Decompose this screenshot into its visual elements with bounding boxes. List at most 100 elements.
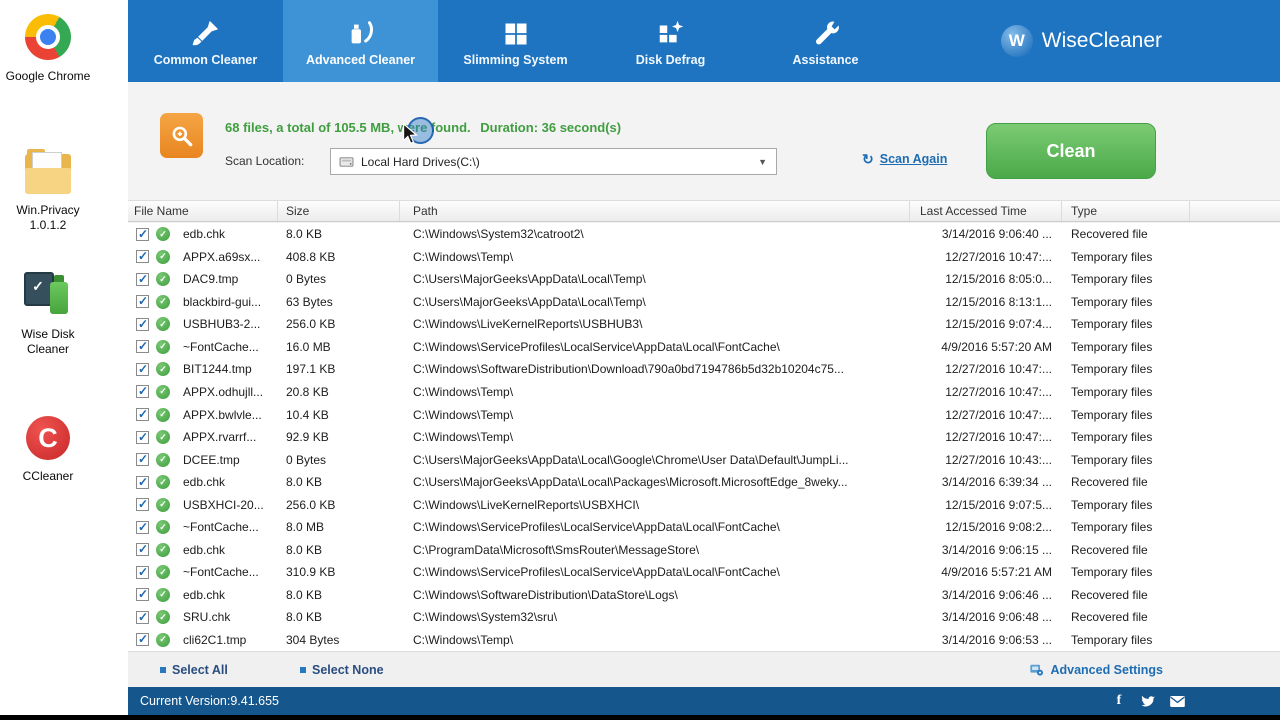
status-ok-icon — [156, 339, 170, 354]
table-row[interactable]: blackbird-gui... 63 Bytes C:\Users\Major… — [128, 290, 1280, 314]
row-checkbox[interactable] — [136, 430, 149, 444]
desktop-icon-ccleaner[interactable]: C CCleaner — [0, 416, 96, 484]
size-cell: 256.0 KB — [286, 317, 336, 332]
table-row[interactable]: BIT1244.tmp 197.1 KB C:\Windows\Software… — [128, 358, 1280, 381]
row-checkbox[interactable] — [136, 339, 149, 354]
time-cell: 12/27/2016 10:43:... — [945, 452, 1052, 467]
row-checkbox[interactable] — [136, 407, 149, 422]
table-row[interactable]: edb.chk 8.0 KB C:\Users\MajorGeeks\AppDa… — [128, 470, 1280, 494]
size-cell: 63 Bytes — [286, 294, 333, 309]
table-row[interactable]: ~FontCache... 310.9 KB C:\Windows\Servic… — [128, 560, 1280, 584]
column-header-last-accessed[interactable]: Last Accessed Time — [910, 201, 1062, 221]
row-checkbox[interactable] — [136, 520, 149, 534]
tab-common-cleaner[interactable]: Common Cleaner — [128, 0, 283, 82]
desktop-icon-win-privacy[interactable]: Win.Privacy 1.0.1.2 — [0, 149, 96, 233]
row-checkbox[interactable] — [136, 632, 149, 647]
path-cell: C:\Windows\Temp\ — [413, 249, 514, 264]
type-cell: Recovered file — [1071, 227, 1148, 242]
row-checkbox[interactable] — [136, 249, 149, 264]
table-row[interactable]: APPX.a69sx... 408.8 KB C:\Windows\Temp\ … — [128, 245, 1280, 269]
scan-result-icon — [160, 113, 203, 158]
size-cell: 408.8 KB — [286, 249, 336, 264]
type-cell: Temporary files — [1071, 565, 1153, 580]
refresh-icon — [862, 153, 874, 165]
table-row[interactable]: DCEE.tmp 0 Bytes C:\Users\MajorGeeks\App… — [128, 448, 1280, 471]
time-cell: 4/9/2016 5:57:20 AM — [941, 339, 1052, 354]
size-cell: 92.9 KB — [286, 430, 329, 445]
tab-assistance[interactable]: Assistance — [748, 0, 903, 82]
table-row[interactable]: USBHUB3-2... 256.0 KB C:\Windows\LiveKer… — [128, 313, 1280, 336]
column-header-type[interactable]: Type — [1062, 201, 1190, 221]
table-row[interactable]: APPX.odhujll... 20.8 KB C:\Windows\Temp\… — [128, 380, 1280, 404]
path-cell: C:\Windows\Temp\ — [413, 430, 514, 445]
row-checkbox[interactable] — [136, 317, 149, 331]
path-cell: C:\Windows\LiveKernelReports\USBHUB3\ — [413, 317, 643, 332]
type-cell: Temporary files — [1071, 384, 1153, 399]
time-cell: 3/14/2016 9:06:48 ... — [941, 610, 1052, 625]
type-cell: Temporary files — [1071, 249, 1153, 264]
file-name-cell: ~FontCache... — [183, 520, 259, 535]
row-checkbox[interactable] — [136, 475, 149, 489]
path-cell: C:\Windows\System32\catroot2\ — [413, 227, 584, 242]
row-checkbox[interactable] — [136, 610, 149, 624]
size-cell: 10.4 KB — [286, 407, 329, 422]
column-header-path[interactable]: Path — [400, 201, 910, 221]
twitter-icon[interactable] — [1140, 694, 1156, 708]
advanced-settings-link[interactable]: Advanced Settings — [1029, 652, 1163, 688]
table-row[interactable]: edb.chk 8.0 KB C:\Windows\System32\catro… — [128, 223, 1280, 246]
select-none-link[interactable]: Select None — [300, 652, 384, 688]
row-checkbox[interactable] — [136, 452, 149, 467]
table-row[interactable]: DAC9.tmp 0 Bytes C:\Users\MajorGeeks\App… — [128, 268, 1280, 291]
desktop-icon-wise-disk-cleaner[interactable]: ~ ~ ✓ Wise Disk Cleaner — [0, 270, 96, 357]
tab-disk-defrag[interactable]: Disk Defrag — [593, 0, 748, 82]
row-checkbox[interactable] — [136, 587, 149, 602]
select-all-link[interactable]: Select All — [160, 652, 228, 688]
table-row[interactable]: APPX.rvarrf... 92.9 KB C:\Windows\Temp\ … — [128, 425, 1280, 449]
letterbox-strip — [0, 715, 1280, 720]
scan-location-label: Scan Location: — [225, 154, 305, 168]
clean-button[interactable]: Clean — [986, 123, 1156, 179]
row-checkbox[interactable] — [136, 227, 149, 241]
table-row[interactable]: edb.chk 8.0 KB C:\ProgramData\Microsoft\… — [128, 538, 1280, 561]
table-row[interactable]: SRU.chk 8.0 KB C:\Windows\System32\sru\ … — [128, 606, 1280, 629]
email-icon[interactable] — [1169, 694, 1185, 708]
scan-again-label: Scan Again — [879, 152, 948, 166]
table-row[interactable]: edb.chk 8.0 KB C:\Windows\SoftwareDistri… — [128, 583, 1280, 607]
desktop-icon-google-chrome[interactable]: Google Chrome — [0, 14, 96, 84]
tab-slimming-system[interactable]: Slimming System — [438, 0, 593, 82]
tab-label: Advanced Cleaner — [305, 52, 416, 67]
column-header-file-name[interactable]: File Name — [128, 201, 278, 221]
desktop-icon-label: Google Chrome — [5, 69, 91, 83]
row-checkbox[interactable] — [136, 565, 149, 579]
column-header-size[interactable]: Size — [278, 201, 400, 221]
type-cell: Temporary files — [1071, 272, 1153, 287]
size-cell: 304 Bytes — [286, 632, 340, 647]
duration-text: Duration: 36 second(s) — [480, 120, 622, 135]
tab-advanced-cleaner[interactable]: Advanced Cleaner — [283, 0, 438, 82]
row-checkbox[interactable] — [136, 384, 149, 399]
scan-location-dropdown[interactable]: Local Hard Drives(C:\) — [330, 148, 777, 175]
status-ok-icon — [156, 542, 170, 557]
scan-again-link[interactable]: Scan Again — [862, 152, 948, 166]
table-row[interactable]: APPX.bwlvle... 10.4 KB C:\Windows\Temp\ … — [128, 403, 1280, 426]
row-checkbox[interactable] — [136, 362, 149, 376]
desktop-icon-label: CCleaner — [22, 469, 74, 483]
table-row[interactable]: ~FontCache... 16.0 MB C:\Windows\Service… — [128, 335, 1280, 359]
row-checkbox[interactable] — [136, 272, 149, 286]
table-row[interactable]: USBXHCI-20... 256.0 KB C:\Windows\LiveKe… — [128, 493, 1280, 516]
path-cell: C:\Users\MajorGeeks\AppData\Local\Google… — [413, 452, 849, 467]
row-checkbox[interactable] — [136, 294, 149, 309]
drive-icon — [339, 156, 354, 167]
table-row[interactable]: ~FontCache... 8.0 MB C:\Windows\ServiceP… — [128, 515, 1280, 539]
path-cell: C:\Windows\Temp\ — [413, 384, 514, 399]
advanced-settings-label: Advanced Settings — [1050, 663, 1163, 677]
facebook-icon[interactable]: f — [1111, 693, 1127, 708]
table-row[interactable]: cli62C1.tmp 304 Bytes C:\Windows\Temp\ 3… — [128, 628, 1280, 651]
size-cell: 197.1 KB — [286, 362, 336, 377]
row-checkbox[interactable] — [136, 542, 149, 557]
file-name-cell: edb.chk — [183, 227, 226, 242]
path-cell: C:\Windows\SoftwareDistribution\Download… — [413, 362, 844, 377]
status-ok-icon — [156, 362, 170, 377]
time-cell: 12/15/2016 9:07:4... — [945, 317, 1052, 332]
row-checkbox[interactable] — [136, 497, 149, 512]
